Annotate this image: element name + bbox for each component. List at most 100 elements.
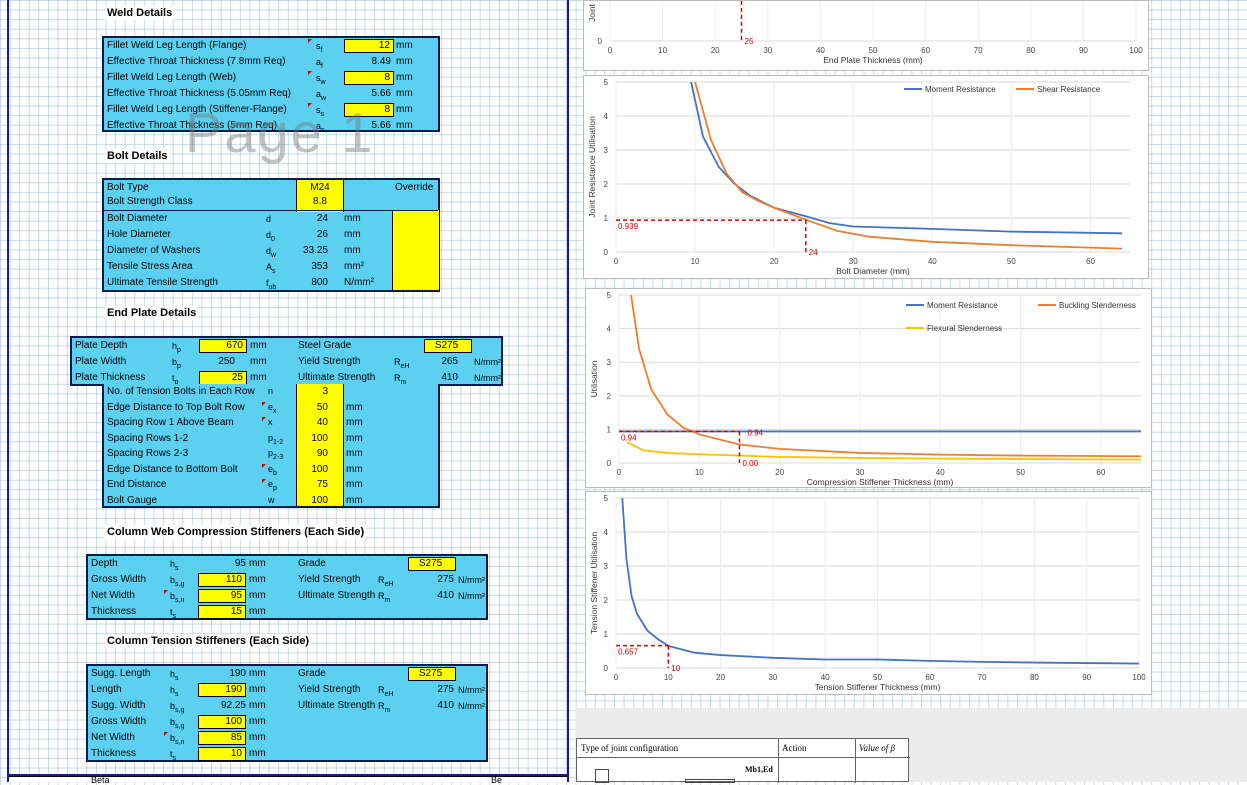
tension-stiffener-label: Net Width: [91, 732, 135, 743]
compression-stiffener-input[interactable]: 110: [198, 573, 246, 587]
compression-stiffener-right-value: 275: [437, 574, 454, 585]
y-tick-label: 2: [607, 392, 612, 401]
x-tick-label: 0: [614, 673, 619, 682]
bolt-row: Diameter of Washers dw 33.25 mm: [104, 243, 438, 259]
bolt-layout-value[interactable]: 40: [296, 415, 328, 430]
end-plate-input[interactable]: 25: [199, 371, 247, 385]
steel-grade-select[interactable]: S275: [424, 339, 472, 353]
x-tick-label: 40: [821, 673, 830, 682]
compression-stiffener-right-value: 410: [437, 590, 454, 601]
bolt-value: 800: [311, 277, 328, 288]
tension-stiffener-input[interactable]: 85: [198, 731, 246, 745]
end-plate-input[interactable]: 670: [199, 339, 247, 353]
tension-stiffener-right-label: Yield Strength: [298, 684, 361, 695]
y-tick-label: 5: [604, 78, 609, 87]
bolt-layout-symbol-subscript: p: [273, 484, 277, 492]
legend-label: Flexural Slenderness: [927, 324, 1002, 333]
bolt-layout-row: No. of Tension Bolts in Each Row n 3: [104, 384, 438, 399]
marker-x-label: 25: [745, 37, 754, 46]
y-tick-label: 3: [607, 358, 612, 367]
tension-stiffener-label: Length: [91, 684, 122, 695]
tension-stiffener-right-unit: N/mm²: [458, 685, 485, 695]
compression-stiffener-right-symbol-subscript: eH: [384, 580, 394, 588]
footer-right-text: Be: [491, 775, 503, 785]
tension-stiffener-unit: mm: [249, 716, 266, 727]
tension-stiffener-unit: mm: [249, 684, 266, 695]
weld-input[interactable]: 12: [344, 39, 394, 53]
weld-row: Fillet Weld Leg Length (Flange) sf 12 mm: [104, 38, 438, 54]
y-tick-label: 0: [604, 248, 609, 257]
y-tick-label: 4: [607, 325, 612, 334]
y-axis-title: Utilisation: [589, 360, 599, 397]
bolt-unit: N/mm²: [344, 277, 374, 288]
x-tick-label: 70: [978, 673, 987, 682]
comment-marker: [262, 401, 266, 406]
bolt-row: Tensile Stress Area As 353 mm²: [104, 259, 438, 275]
tension-stiffener-input[interactable]: 100: [198, 715, 246, 729]
bolt-layout-value[interactable]: 50: [296, 400, 328, 415]
bolt-layout-value[interactable]: 75: [296, 477, 328, 492]
bolt-layout-row: Bolt Gauge w 100 mm: [104, 493, 438, 508]
weld-input[interactable]: 8: [344, 71, 394, 85]
tension-stiffener-row: Thickness ts 10 mm: [88, 746, 486, 762]
tension-stiffener-chart[interactable]: 0 1 2 3 4 5 0 10 20 30 40 50 60 70 80 90 100 Tension Stif…: [585, 491, 1152, 695]
bolt-layout-symbol-subscript: x: [273, 407, 277, 415]
bolt-layout-value[interactable]: 100: [296, 462, 328, 477]
compression-stiffener-value: 95: [234, 558, 246, 569]
x-tick-label: 70: [974, 46, 983, 55]
weld-unit: mm: [396, 40, 413, 51]
y-axis-title: Joint: [587, 3, 597, 22]
y-tick-label: 1: [604, 630, 609, 639]
bolt-layout-value[interactable]: 100: [296, 431, 328, 446]
comment-marker: [262, 479, 266, 483]
compression-stiffener-input[interactable]: 15: [198, 605, 246, 619]
bolt-row: Bolt Diameter d 24 mm: [104, 211, 438, 227]
footer-left-text: Beta: [91, 775, 110, 785]
compression-stiffener-label: Thickness: [91, 606, 137, 617]
bolt-layout-value[interactable]: 90: [296, 446, 328, 461]
bolt-row-label: Bolt Diameter: [107, 213, 168, 224]
compression-stiffeners-title: Column Web Compression Stiffeners (Each …: [105, 525, 367, 539]
legend-label: Moment Resistance: [925, 85, 996, 94]
end-plate-thickness-chart[interactable]: 0 0 10 20 30 40 50 60 70 80 90 100 End Plate Thickne…: [583, 0, 1149, 71]
x-tick-label: 100: [1132, 673, 1146, 682]
bolt-row-symbol: fub: [266, 275, 276, 296]
x-tick-label: 50: [873, 673, 882, 682]
tension-stiffener-input[interactable]: 190: [198, 683, 246, 697]
bolt-layout-symbol-subscript: b: [273, 469, 277, 477]
compression-stiffener-input[interactable]: 95: [198, 589, 246, 603]
bolt-layout-label: Edge Distance to Bottom Bolt: [107, 463, 238, 475]
tension-stiffener-symbol-subscript: s: [172, 754, 177, 762]
bolt-value: 33.25: [302, 245, 328, 256]
bolt-layout-value[interactable]: 100: [296, 493, 328, 508]
y-axis-title: Joint Resistance Utilisation: [587, 116, 597, 218]
comment-marker: [308, 71, 312, 75]
legend-label: Moment Resistance: [927, 301, 998, 310]
y-tick-label: 5: [607, 291, 612, 300]
compression-stiffener-chart[interactable]: 0 1 2 3 4 5 0 10 20 30 40 50 60 Compression Stiffener…: [585, 288, 1152, 488]
print-area-border-right: [567, 0, 569, 782]
compression-stiffener-symbol-subscript: s,g: [175, 580, 185, 588]
tension-stiffener-input[interactable]: 10: [198, 747, 246, 761]
tension-stiffener-unit: mm: [249, 732, 266, 743]
bolt-row-label: Hole Diameter: [107, 229, 171, 240]
comment-marker: [164, 732, 168, 736]
compression-stiffener-right-unit: N/mm²: [458, 591, 485, 601]
tension-stiffener-symbol-subscript: s,g: [175, 706, 185, 714]
x-tick-label: 30: [763, 46, 772, 55]
compression-stiffener-grade-select[interactable]: S275: [408, 557, 456, 571]
bolt-class-select[interactable]: 8.8: [296, 194, 344, 210]
tension-stiffener-grade-select[interactable]: S275: [408, 667, 456, 681]
bolt-row-label: Diameter of Washers: [107, 245, 201, 256]
compression-stiffener-unit: mm: [249, 590, 266, 601]
bolt-row-symbol-subscript: ub: [268, 283, 277, 291]
bolt-layout-value[interactable]: 3: [296, 384, 328, 399]
bolt-diameter-chart[interactable]: 0 1 2 3 4 5 0 10 20 30 40 50 60 Bolt Diameter (mm) Joi…: [583, 75, 1149, 279]
bolt-layout-row: End Distance ep 75 mm: [104, 477, 438, 492]
table-cell-moment: Mb1,Ed: [745, 765, 773, 774]
marker-y-label: 0.657: [618, 648, 639, 657]
x-tick-label: 60: [921, 46, 930, 55]
bolt-row-label: Ultimate Tensile Strength: [107, 277, 218, 288]
bolt-unit: mm²: [344, 261, 364, 272]
bolt-layout-unit: mm: [346, 401, 363, 413]
